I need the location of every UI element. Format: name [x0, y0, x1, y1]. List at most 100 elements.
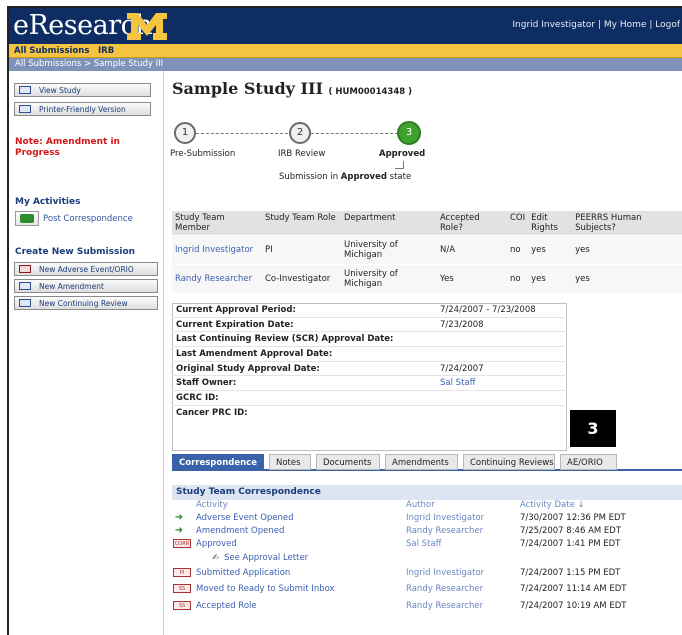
- study-title: Sample Study III: [172, 79, 323, 98]
- list-item: ✍ See Approval Letter: [172, 553, 682, 565]
- step-1-circle: 1: [174, 122, 196, 144]
- activity-date: 7/24/2007 11:14 AM EDT: [520, 584, 627, 594]
- table-cell: yes: [572, 264, 682, 294]
- step-2-circle: 2: [289, 122, 311, 144]
- activity-link[interactable]: Adverse Event Opened: [196, 513, 294, 523]
- approval-letter-link[interactable]: See Approval Letter: [224, 553, 308, 563]
- view-study-button[interactable]: View Study: [14, 83, 151, 97]
- new-amendment-button[interactable]: New Amendment: [14, 279, 158, 293]
- info-value: 7/23/2008: [440, 319, 484, 330]
- study-team-table: Study Team Member Study Team Role Depart…: [172, 211, 682, 294]
- breadcrumb[interactable]: All Submissions > Sample Study III: [9, 58, 682, 71]
- logoff-link[interactable]: Logof: [655, 20, 680, 30]
- progress-connector: [311, 133, 398, 134]
- member-link[interactable]: Randy Researcher: [172, 264, 262, 294]
- activity-link[interactable]: Accepted Role: [196, 601, 257, 611]
- new-continuing-review-label: New Continuing Review: [39, 299, 128, 308]
- table-cell: PI: [262, 235, 341, 265]
- activity-link[interactable]: Approved: [196, 539, 237, 549]
- step-3-label: Approved: [379, 149, 426, 159]
- member-link[interactable]: Ingrid Investigator: [172, 235, 262, 265]
- col-activity[interactable]: Activity: [196, 500, 228, 510]
- tab-ae-orio[interactable]: AE/ORIO: [560, 454, 617, 470]
- nav-tab-irb[interactable]: IRB: [98, 46, 114, 56]
- info-row: Last Amendment Approval Date:: [172, 347, 567, 362]
- new-continuing-review-button[interactable]: New Continuing Review: [14, 296, 158, 310]
- col-author[interactable]: Author: [406, 500, 435, 510]
- author-link[interactable]: Sal Staff: [406, 539, 441, 549]
- amendment-note: Note: Amendment in Progress: [15, 137, 120, 158]
- letter-icon: ✍: [212, 553, 220, 563]
- tab-continuing-reviews[interactable]: Continuing Reviews: [463, 454, 555, 470]
- approval-info: Current Approval Period: 7/24/2007 - 7/23…: [172, 303, 567, 421]
- tab-notes[interactable]: Notes: [269, 454, 311, 470]
- table-cell: no: [507, 235, 529, 265]
- main-content: Sample Study III ( HUM00014348 ) 1 2 3 P…: [167, 71, 682, 635]
- col-accepted: Accepted Role?: [437, 211, 507, 236]
- list-item: ➜ Adverse Event Opened Ingrid Investigat…: [172, 513, 682, 525]
- col-activity-date[interactable]: Activity Date ↓: [520, 500, 585, 510]
- user-links: Ingrid Investigator | My Home | Logof: [512, 20, 680, 30]
- author-link[interactable]: Ingrid Investigator: [406, 513, 484, 523]
- create-submission-heading: Create New Submission: [15, 247, 136, 257]
- continuing-review-icon: [19, 299, 31, 307]
- col-role: Study Team Role: [262, 211, 341, 236]
- list-item: SS Accepted Role Randy Researcher 7/24/2…: [172, 601, 682, 613]
- step-2-label: IRB Review: [278, 149, 326, 159]
- info-row: Last Continuing Review (SCR) Approval Da…: [172, 332, 567, 348]
- my-activities-heading: My Activities: [15, 197, 81, 207]
- activity-date: 7/25/2007 8:46 AM EDT: [520, 526, 622, 536]
- col-coi: COI: [507, 211, 529, 236]
- table-cell: University of Michigan: [341, 235, 437, 265]
- activity-date: 7/30/2007 12:36 PM EDT: [520, 513, 626, 523]
- author-link[interactable]: Randy Researcher: [406, 526, 483, 536]
- new-adverse-event-button[interactable]: New Adverse Event/ORIO: [14, 262, 158, 276]
- activity-date: 7/24/2007 10:19 AM EDT: [520, 601, 627, 611]
- activity-link[interactable]: Amendment Opened: [196, 526, 284, 536]
- activity-link[interactable]: Moved to Ready to Submit Inbox: [196, 584, 335, 594]
- info-key: Staff Owner:: [176, 378, 237, 389]
- correspondence-columns: Activity Author Activity Date ↓: [172, 500, 682, 511]
- table-cell: no: [507, 264, 529, 294]
- table-row: Randy Researcher Co-Investigator Univers…: [172, 264, 682, 294]
- author-link[interactable]: Randy Researcher: [406, 584, 483, 594]
- col-edit-rights: Edit Rights: [528, 211, 573, 236]
- list-item: ➜ Amendment Opened Randy Researcher 7/25…: [172, 526, 682, 538]
- author-link[interactable]: Ingrid Investigator: [406, 568, 484, 578]
- activity-link[interactable]: Submitted Application: [196, 568, 290, 578]
- browser-frame: eResearch Ingrid Investigator | My Home …: [7, 6, 682, 635]
- post-correspondence-label: Post Correspondence: [43, 214, 133, 224]
- info-key: Cancer PRC ID:: [176, 407, 248, 418]
- staff-owner-link[interactable]: Sal Staff: [440, 378, 475, 388]
- info-row: Original Study Approval Date: 7/24/2007: [172, 362, 567, 377]
- state-value: Approved: [340, 172, 387, 182]
- study-id: ( HUM00014348 ): [328, 87, 413, 97]
- info-key: Last Amendment Approval Date:: [176, 349, 333, 360]
- printer-friendly-label: Printer-Friendly Version: [39, 105, 126, 114]
- state-suffix: state: [386, 172, 412, 182]
- separator: |: [598, 20, 602, 30]
- progress-connector: [196, 133, 293, 134]
- activity-date: 7/24/2007 1:41 PM EDT: [520, 539, 621, 549]
- tab-correspondence[interactable]: Correspondence: [172, 454, 264, 470]
- view-icon: [19, 86, 31, 94]
- tab-amendments[interactable]: Amendments: [385, 454, 458, 470]
- arrow-icon: ➜: [174, 525, 184, 536]
- adverse-event-icon: [19, 265, 31, 273]
- document-icon: PI: [173, 568, 191, 577]
- table-cell: yes: [528, 235, 573, 265]
- my-home-link[interactable]: My Home: [604, 20, 647, 30]
- info-key: GCRC ID:: [176, 393, 219, 404]
- printer-friendly-button[interactable]: Printer-Friendly Version: [14, 102, 151, 116]
- nav-bar: All Submissions IRB: [9, 44, 682, 58]
- step-3-circle: 3: [397, 121, 421, 145]
- table-cell: N/A: [437, 235, 507, 265]
- info-value: 7/24/2007 - 7/23/2008: [440, 305, 536, 315]
- author-link[interactable]: Randy Researcher: [406, 601, 483, 611]
- activity-date: 7/24/2007 1:15 PM EDT: [520, 568, 621, 578]
- nav-tab-all-submissions[interactable]: All Submissions: [14, 46, 89, 56]
- col-member: Study Team Member: [172, 211, 262, 236]
- user-name-link[interactable]: Ingrid Investigator: [512, 20, 595, 30]
- tab-documents[interactable]: Documents: [316, 454, 380, 470]
- post-correspondence-link[interactable]: Post Correspondence: [15, 211, 133, 227]
